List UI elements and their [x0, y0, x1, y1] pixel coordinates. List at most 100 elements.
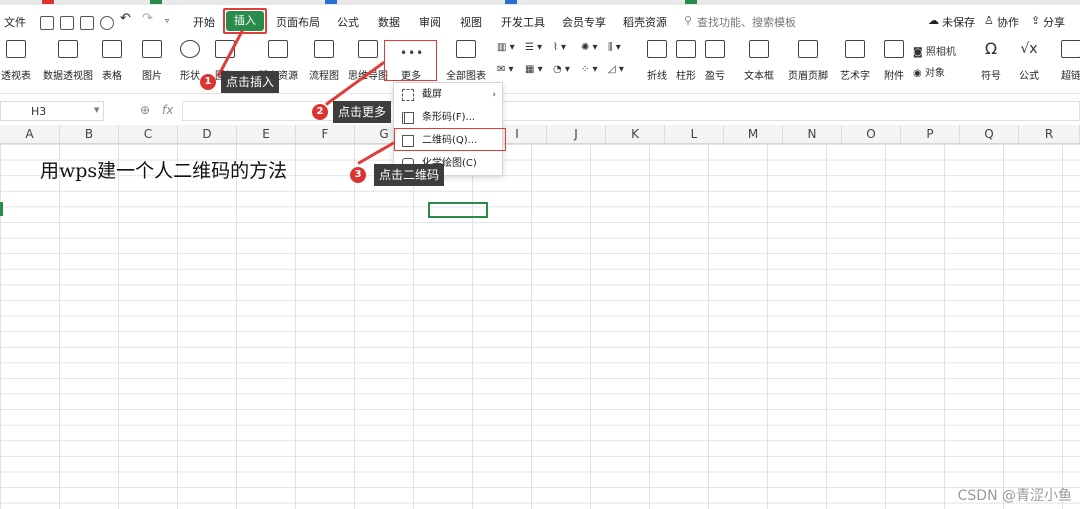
zoom-icon[interactable]: ⊕	[140, 103, 150, 117]
column-header[interactable]: C	[119, 125, 178, 144]
sparkline-line-icon	[647, 40, 667, 58]
combo-chart-icon[interactable]: ▦ ▾	[525, 64, 543, 75]
menu-review[interactable]: 审阅	[419, 14, 441, 30]
flowchart-button[interactable]: 流程图	[306, 36, 342, 82]
step-2-badge: 2	[312, 104, 328, 120]
header-footer-button[interactable]: 页眉页脚	[786, 36, 830, 82]
equation-button[interactable]: √x 公式	[1012, 36, 1046, 82]
name-box[interactable]: H3	[0, 101, 104, 121]
wordart-icon	[845, 40, 865, 58]
pivot-table-button[interactable]: 透视表	[0, 36, 38, 82]
area-chart-icon[interactable]: ◿ ▾	[608, 64, 624, 75]
cell-a1-title[interactable]: 用wps建一个人二维码的方法	[40, 156, 287, 183]
column-header[interactable]: D	[178, 125, 237, 144]
column-header[interactable]: L	[665, 125, 724, 144]
search-box[interactable]: 查找功能、搜索模板	[697, 14, 796, 30]
step-1-label: 点击插入	[221, 71, 280, 93]
fx-icon[interactable]: fx	[162, 103, 173, 117]
name-box-dropdown-icon[interactable]: ▼	[94, 106, 99, 114]
step-1-badge: 1	[200, 74, 216, 90]
column-header[interactable]: M	[724, 125, 783, 144]
menu-start[interactable]: 开始	[193, 14, 215, 30]
shape-icon	[180, 40, 200, 58]
column-header[interactable]: Q	[960, 125, 1019, 144]
dd-screenshot[interactable]: 截屏 ›	[394, 84, 504, 106]
attachment-button[interactable]: 附件	[880, 36, 908, 82]
user-icon: ♙	[984, 14, 994, 27]
menu-data[interactable]: 数据	[378, 14, 400, 30]
qrcode-highlight	[394, 128, 506, 151]
selected-cell-h3[interactable]	[428, 202, 488, 218]
preview-icon[interactable]	[100, 16, 114, 30]
scatter-chart-icon[interactable]: ⁘ ▾	[581, 64, 598, 75]
pivot-table-icon	[6, 40, 26, 58]
menu-page-layout[interactable]: 页面布局	[276, 14, 320, 30]
menu-templates[interactable]: 稻壳资源	[623, 14, 667, 30]
collab-button[interactable]: 协作	[997, 14, 1019, 30]
save-icon[interactable]	[40, 16, 54, 30]
sparkline-winloss-button[interactable]: 盈亏	[702, 36, 728, 82]
sparkline-winloss-icon	[705, 40, 725, 58]
all-charts-button[interactable]: 全部图表	[441, 36, 491, 82]
column-header[interactable]: O	[842, 125, 901, 144]
menu-view[interactable]: 视图	[460, 14, 482, 30]
bar-chart-icon	[456, 40, 476, 58]
column-header[interactable]: J	[547, 125, 606, 144]
camera-button[interactable]: ◙ 照相机	[913, 43, 956, 58]
column-header[interactable]: B	[60, 125, 119, 144]
menu-member[interactable]: 会员专享	[562, 14, 606, 30]
pivot-chart-button[interactable]: 数据透视图	[42, 36, 94, 82]
column-header[interactable]: A	[0, 125, 60, 144]
material-icon	[268, 40, 288, 58]
menu-insert[interactable]: 插入	[226, 11, 264, 31]
menu-bar: 文件 ↶ ↷ ▿ 开始 插入 页面布局 公式 数据 审阅 视图 开发工具 会员专…	[0, 8, 1080, 34]
attachment-icon	[884, 40, 904, 58]
search-icon: ⚲	[684, 14, 693, 27]
column-header[interactable]: P	[901, 125, 960, 144]
spreadsheet-grid[interactable]	[0, 144, 1080, 509]
object-button[interactable]: ◉ 对象	[913, 64, 945, 79]
menu-file[interactable]: 文件	[4, 14, 26, 30]
insert-ribbon: 透视表 数据透视图 表格 图片 形状 图标 稻壳资源 流程图 思维导图 更多 全…	[0, 36, 1080, 94]
undo-icon[interactable]: ↶	[120, 11, 131, 26]
share-button[interactable]: 分享	[1043, 14, 1065, 30]
radar-chart-icon[interactable]: ✺ ▾	[581, 42, 598, 53]
menu-dev-tools[interactable]: 开发工具	[501, 14, 545, 30]
column-header[interactable]: R	[1019, 125, 1080, 144]
header-footer-icon	[798, 40, 818, 58]
column-header[interactable]: F	[296, 125, 355, 144]
redo-icon[interactable]: ↷	[142, 11, 153, 26]
watermark: CSDN @青涩小鱼	[957, 488, 1072, 504]
hyperlink-button[interactable]: 超链	[1056, 36, 1080, 82]
textbox-button[interactable]: 文本框	[738, 36, 780, 82]
picture-button[interactable]: 图片	[134, 36, 170, 82]
hyperlink-icon	[1061, 40, 1080, 58]
more-dots-icon: •••	[400, 46, 425, 60]
bar-chart-small-icon[interactable]: ☰ ▾	[525, 42, 542, 53]
step-3-badge: 3	[350, 167, 366, 183]
barcode-icon	[402, 112, 414, 124]
window-tab-strip	[0, 0, 1080, 5]
stock-chart-icon[interactable]: ⫼ ▾	[608, 42, 621, 53]
wordart-button[interactable]: 艺术字	[834, 36, 876, 82]
menu-formula[interactable]: 公式	[337, 14, 359, 30]
column-header[interactable]: N	[783, 125, 842, 144]
symbol-button[interactable]: Ω 符号	[974, 36, 1008, 83]
unsaved-status[interactable]: 未保存	[942, 14, 975, 30]
column-header[interactable]: E	[237, 125, 296, 144]
column-header[interactable]: K	[606, 125, 665, 144]
sparkline-column-button[interactable]: 柱形	[673, 36, 699, 82]
export-icon[interactable]	[60, 16, 74, 30]
table-button[interactable]: 表格	[98, 36, 126, 82]
line-chart-small-icon[interactable]: ⌇ ▾	[553, 42, 566, 53]
cloud-icon: ☁	[928, 14, 939, 27]
print-icon[interactable]	[80, 16, 94, 30]
pie-chart-icon[interactable]: ◔ ▾	[553, 64, 570, 75]
column-chart-icon[interactable]: ▥ ▾	[497, 42, 515, 53]
object-icon: ◉	[913, 68, 922, 79]
envelope-chart-icon[interactable]: ✉ ▾	[497, 64, 514, 75]
sparkline-line-button[interactable]: 折线	[644, 36, 670, 82]
dd-barcode[interactable]: 条形码(F)...	[394, 107, 504, 129]
quick-access-dropdown-icon[interactable]: ▿	[165, 16, 169, 25]
submenu-arrow-icon: ›	[492, 90, 496, 100]
